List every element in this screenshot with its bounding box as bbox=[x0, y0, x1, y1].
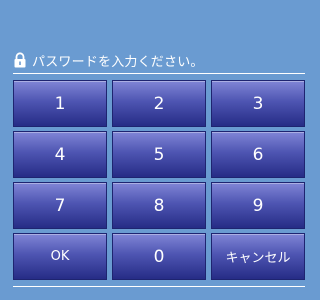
key-2[interactable]: 2 bbox=[112, 80, 206, 127]
lock-icon bbox=[13, 52, 27, 68]
key-8[interactable]: 8 bbox=[112, 182, 206, 229]
key-9[interactable]: 9 bbox=[211, 182, 305, 229]
key-3[interactable]: 3 bbox=[211, 80, 305, 127]
ok-button[interactable]: OK bbox=[13, 233, 107, 280]
cancel-button[interactable]: キャンセル bbox=[211, 233, 305, 280]
key-6[interactable]: 6 bbox=[211, 131, 305, 178]
bottom-divider bbox=[13, 286, 305, 287]
key-7[interactable]: 7 bbox=[13, 182, 107, 229]
key-5[interactable]: 5 bbox=[112, 131, 206, 178]
top-divider bbox=[13, 73, 305, 74]
prompt-text: パスワードを入力ください。 bbox=[32, 54, 204, 70]
keypad: 1 2 3 4 5 6 7 8 9 OK 0 キャンセル bbox=[13, 80, 307, 280]
key-4[interactable]: 4 bbox=[13, 131, 107, 178]
key-0[interactable]: 0 bbox=[112, 233, 206, 280]
password-prompt: パスワードを入力ください。 bbox=[13, 51, 204, 70]
key-1[interactable]: 1 bbox=[13, 80, 107, 127]
